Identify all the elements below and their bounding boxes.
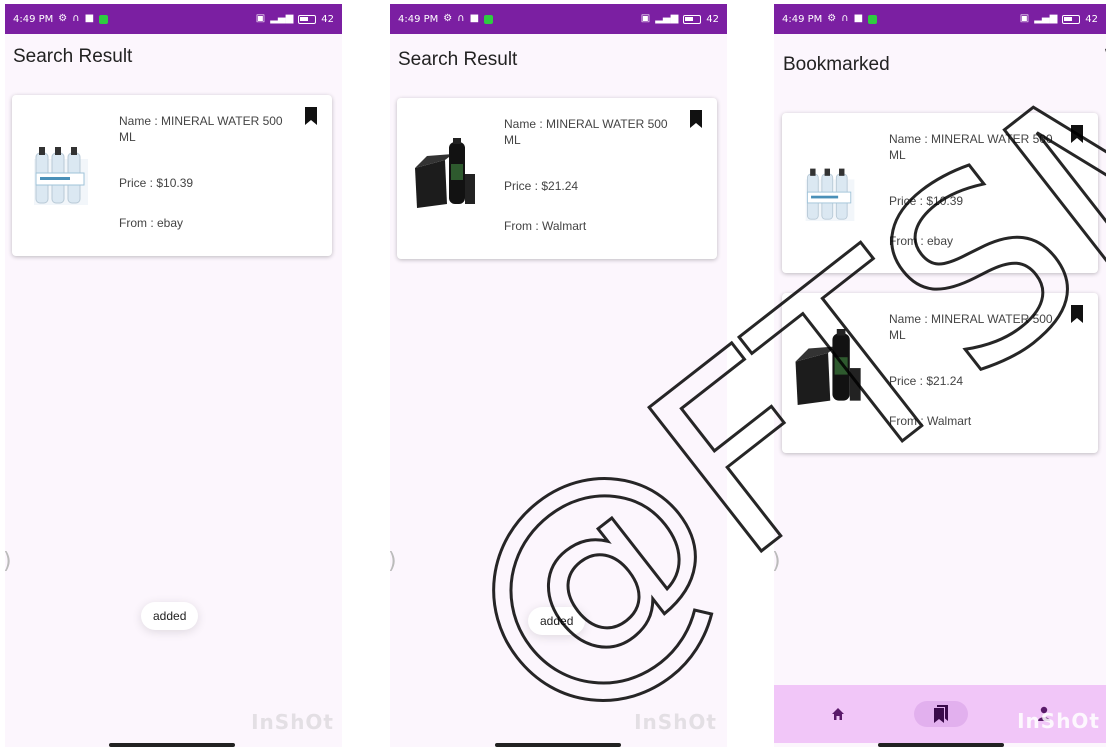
product-image-water-pack [34,147,88,205]
nav-bookmarks[interactable] [914,701,968,727]
inshot-watermark: InShOt [634,710,717,734]
headphones-icon: ∩ [457,13,465,24]
nfc-icon: ▣ [255,13,266,24]
product-card[interactable]: Name : MINERAL WATER 500 ML Price : $10.… [12,95,332,256]
gesture-bar[interactable] [109,743,235,747]
product-image-black-bottle [415,138,475,208]
bookmark-icon[interactable] [1070,305,1084,323]
screen-bookmarked: 4:49 PM ⚙ ∩ ■ ▣ ▂▄▆ 42 Bookmarked Name :… [774,4,1106,747]
product-name: Name : MINERAL WATER 500 ML [119,114,283,144]
product-price: Price : $21.24 [504,179,579,193]
toast-message: added [528,607,586,635]
bookmarks-icon [934,705,948,723]
app-icon [484,14,494,24]
gesture-bar[interactable] [495,743,621,747]
product-price: Price : $21.24 [889,374,964,388]
bookmarked-card[interactable]: Name : MINERAL WATER 500 ML Price : $21.… [782,293,1098,453]
app-icon [868,14,878,24]
video-icon: ■ [84,13,95,24]
status-bar: 4:49 PM ⚙ ∩ ■ ▣ ▂▄▆ 42 [774,4,1106,34]
edge-handle-icon: ) [774,549,781,574]
battery-level: 42 [321,13,334,25]
status-time: 4:49 PM [398,13,439,25]
screen-search-result-1: 4:49 PM ⚙ ∩ ■ ▣ ▂▄▆ 42 Search Result Nam… [5,4,342,747]
page-title: Search Result [398,49,518,70]
nfc-icon: ▣ [640,13,651,24]
home-icon [832,708,844,720]
product-name: Name : MINERAL WATER 500 ML [889,312,1053,342]
video-icon: ■ [853,13,864,24]
battery-icon [683,14,702,24]
product-name: Name : MINERAL WATER 500 ML [889,132,1053,162]
settings-icon: ⚙ [827,13,837,24]
status-time: 4:49 PM [13,13,54,25]
product-source: From : ebay [119,216,184,230]
product-price: Price : $10.39 [119,176,194,190]
screen-search-result-2: 4:49 PM ⚙ ∩ ■ ▣ ▂▄▆ 42 Search Result Nam… [390,4,727,747]
battery-icon [1062,14,1081,24]
toast-message: added [141,602,199,630]
edge-handle-icon: ) [5,549,12,574]
product-source: From : Walmart [504,219,587,233]
headphones-icon: ∩ [841,13,849,24]
inshot-watermark: InShOt [1017,709,1100,733]
headphones-icon: ∩ [72,13,80,24]
bookmarked-card[interactable]: Name : MINERAL WATER 500 ML Price : $10.… [782,113,1098,273]
settings-icon: ⚙ [58,13,68,24]
edge-handle-icon: ) [390,549,397,574]
product-source: From : Walmart [889,414,972,428]
battery-level: 42 [1085,13,1098,25]
product-name: Name : MINERAL WATER 500 ML [504,117,668,147]
product-card[interactable]: Name : MINERAL WATER 500 ML Price : $21.… [397,98,717,259]
status-bar: 4:49 PM ⚙ ∩ ■ ▣ ▂▄▆ 42 [5,4,342,34]
battery-icon [298,14,317,24]
inshot-watermark: InShOt [251,710,334,734]
nav-home[interactable] [818,699,858,729]
signal-icon: ▂▄▆ [655,13,679,24]
gesture-bar[interactable] [878,743,1004,747]
status-time: 4:49 PM [782,13,823,25]
nfc-icon: ▣ [1019,13,1030,24]
settings-icon: ⚙ [443,13,453,24]
product-image-water-pack [805,168,855,221]
page-title: Bookmarked [783,54,890,75]
app-icon [99,14,109,24]
page-title: Search Result [13,46,133,67]
signal-icon: ▂▄▆ [270,13,294,24]
product-price: Price : $10.39 [889,194,964,208]
video-icon: ■ [469,13,480,24]
bookmark-icon[interactable] [1070,125,1084,143]
product-image-black-bottle [795,329,861,405]
signal-icon: ▂▄▆ [1034,13,1058,24]
bookmark-icon[interactable] [689,110,703,128]
status-bar: 4:49 PM ⚙ ∩ ■ ▣ ▂▄▆ 42 [390,4,727,34]
bookmark-icon[interactable] [304,107,318,125]
product-source: From : ebay [889,234,954,248]
battery-level: 42 [706,13,719,25]
